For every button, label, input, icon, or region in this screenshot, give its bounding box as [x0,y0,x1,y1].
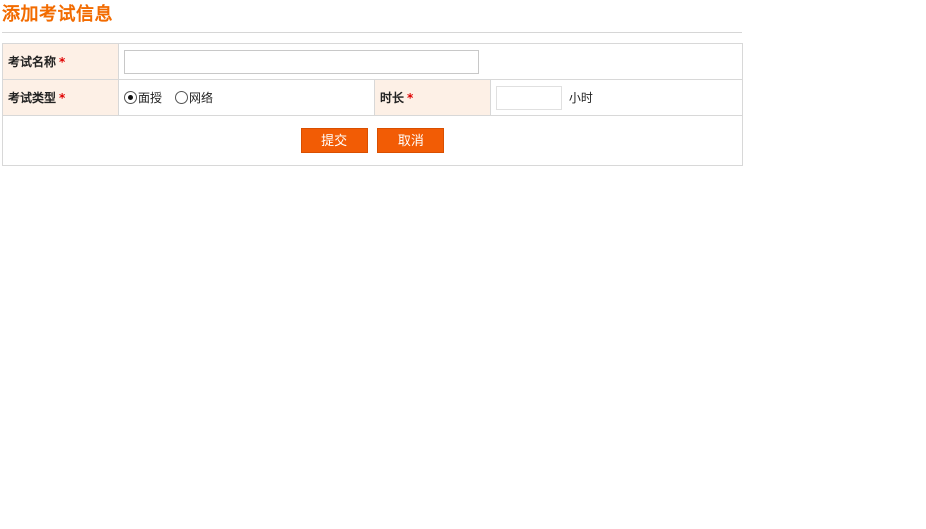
exam-type-label: 考试类型 [8,91,57,105]
exam-type-label-cell: 考试类型 * [2,79,119,116]
required-mark: * [59,55,66,69]
cancel-button[interactable]: 取消 [377,128,445,153]
exam-name-label-cell: 考试名称 * [2,43,119,80]
exam-type-option-face[interactable]: 面授 [124,89,162,106]
page-title: 添加考试信息 [2,4,113,25]
required-mark: * [407,91,414,105]
radio-unchecked-icon[interactable] [175,90,189,104]
exam-type-row: 考试类型 * 面授 网络 时长 * 小时 [2,79,743,116]
exam-name-input[interactable] [124,49,479,74]
actions-cell: 提交 取消 [2,115,743,166]
submit-button[interactable]: 提交 [300,128,368,153]
radio-checked-icon[interactable] [124,90,137,104]
exam-type-radio-group: 面授 网络 [124,89,226,106]
exam-type-options-cell: 面授 网络 [118,79,375,116]
page: 添加考试信息 考试名称 * 考试类型 * 面授 网络 时长 * 小时 提交 取消 [0,0,926,529]
exam-name-row: 考试名称 * [2,43,743,80]
actions-row: 提交 取消 [2,115,743,166]
duration-label: 时长 [380,91,405,105]
required-mark: * [59,91,66,105]
exam-type-option-online[interactable]: 网络 [175,89,213,106]
duration-input-cell: 小时 [490,79,743,116]
exam-type-option-label: 面授 [138,90,163,105]
title-divider [2,32,742,33]
exam-name-label: 考试名称 [8,55,57,69]
exam-form: 考试名称 * 考试类型 * 面授 网络 时长 * 小时 提交 取消 [2,43,743,166]
duration-label-cell: 时长 * [374,79,491,116]
duration-unit: 小时 [568,91,593,105]
exam-name-input-cell [118,43,743,80]
duration-input[interactable] [496,85,562,110]
exam-type-option-label: 网络 [189,90,214,105]
